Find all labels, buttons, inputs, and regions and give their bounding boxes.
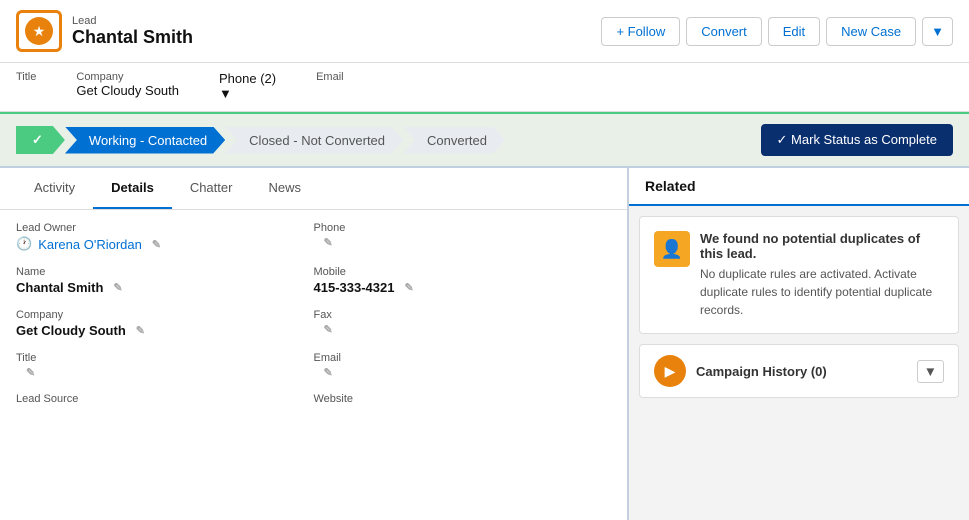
duplicate-icon: 👤 — [654, 231, 690, 267]
mark-complete-button[interactable]: ✓ Mark Status as Complete — [761, 124, 953, 156]
status-steps: ✓ Working - Contacted Closed - Not Conve… — [16, 126, 761, 154]
lead-source-label: Lead Source — [16, 393, 314, 405]
detail-row-title-email: Title ✎ Email ✎ — [16, 352, 611, 379]
lead-owner-col: Lead Owner 🕐 Karena O'Riordan ✎ — [16, 222, 314, 252]
step-working-contacted[interactable]: Working - Contacted — [65, 127, 225, 154]
website-col: Website — [314, 393, 612, 407]
phone-label: Phone (2) ▼ — [219, 71, 276, 101]
duplicate-title: We found no potential duplicates of this… — [700, 231, 944, 261]
duplicate-text: We found no potential duplicates of this… — [700, 231, 944, 319]
name-col: Name Chantal Smith ✎ — [16, 266, 314, 295]
name-label: Name — [16, 266, 314, 278]
email-col: Email ✎ — [314, 352, 612, 379]
tab-details[interactable]: Details — [93, 168, 172, 209]
lead-icon-wrapper: ★ — [16, 10, 62, 52]
detail-row-name-mobile: Name Chantal Smith ✎ Mobile 415-333-4321… — [16, 266, 611, 295]
convert-button[interactable]: Convert — [686, 17, 762, 46]
related-header: Related — [629, 168, 969, 206]
duplicate-card: 👤 We found no potential duplicates of th… — [639, 216, 959, 334]
status-bar: ✓ Working - Contacted Closed - Not Conve… — [0, 112, 969, 168]
tabs: Activity Details Chatter News — [0, 168, 627, 210]
right-panel: Related 👤 We found no potential duplicat… — [629, 168, 969, 520]
title-field: Title — [16, 71, 36, 101]
duplicate-desc: No duplicate rules are activated. Activa… — [700, 265, 944, 319]
header: ★ Lead Chantal Smith + Follow Convert Ed… — [0, 0, 969, 63]
header-actions: + Follow Convert Edit New Case ▼ — [601, 17, 953, 46]
company-value: Get Cloudy South — [76, 83, 179, 98]
check-icon: ✓ — [32, 132, 43, 148]
step-converted[interactable]: Converted — [403, 127, 505, 154]
step-label: Closed - Not Converted — [249, 133, 385, 148]
campaign-expand-button[interactable]: ▼ — [917, 360, 944, 383]
edit-button[interactable]: Edit — [768, 17, 820, 46]
title-label: Title — [16, 71, 36, 83]
detail-row-company-fax: Company Get Cloudy South ✎ Fax ✎ — [16, 309, 611, 338]
name-value: Chantal Smith ✎ — [16, 280, 314, 295]
campaign-card: ▶ Campaign History (0) ▼ — [639, 344, 959, 398]
step-completed[interactable]: ✓ — [16, 126, 65, 154]
mobile-col: Mobile 415-333-4321 ✎ — [314, 266, 612, 295]
campaign-left: ▶ Campaign History (0) — [654, 355, 827, 387]
company-label: Company — [16, 309, 314, 321]
fax-label: Fax — [314, 309, 612, 321]
info-bar: Title Company Get Cloudy South Phone (2)… — [0, 63, 969, 112]
lead-name: Chantal Smith — [72, 27, 193, 48]
lead-label: Lead — [72, 15, 193, 27]
company-field: Company Get Cloudy South — [76, 71, 179, 101]
phone-value: ✎ — [314, 236, 612, 249]
lead-title-block: Lead Chantal Smith — [72, 15, 193, 48]
edit-email-icon[interactable]: ✎ — [324, 366, 333, 379]
detail-row-owner-phone: Lead Owner 🕐 Karena O'Riordan ✎ Phone ✎ — [16, 222, 611, 252]
email-field: Email — [316, 71, 344, 101]
tab-news[interactable]: News — [250, 168, 319, 209]
edit-title-icon[interactable]: ✎ — [26, 366, 35, 379]
edit-fax-icon[interactable]: ✎ — [324, 323, 333, 336]
tab-activity[interactable]: Activity — [16, 168, 93, 209]
lead-source-col: Lead Source — [16, 393, 314, 407]
step-closed-not-converted[interactable]: Closed - Not Converted — [225, 127, 403, 154]
edit-mobile-icon[interactable]: ✎ — [404, 281, 413, 294]
step-label: Working - Contacted — [89, 133, 207, 148]
title-value: ✎ — [16, 366, 314, 379]
lead-owner-value: 🕐 Karena O'Riordan ✎ — [16, 236, 314, 252]
left-panel: Activity Details Chatter News Lead Owner… — [0, 168, 629, 520]
main-content: Activity Details Chatter News Lead Owner… — [0, 168, 969, 520]
lead-owner-link[interactable]: Karena O'Riordan — [38, 237, 142, 252]
company-label: Company — [76, 71, 179, 83]
header-left: ★ Lead Chantal Smith — [16, 10, 193, 52]
tab-chatter[interactable]: Chatter — [172, 168, 251, 209]
campaign-icon: ▶ — [654, 355, 686, 387]
lead-owner-label: Lead Owner — [16, 222, 314, 234]
phone-col: Phone ✎ — [314, 222, 612, 252]
email-label: Email — [316, 71, 344, 83]
website-label: Website — [314, 393, 612, 405]
mobile-value: 415-333-4321 ✎ — [314, 280, 612, 295]
new-case-button[interactable]: New Case — [826, 17, 916, 46]
more-actions-button[interactable]: ▼ — [922, 17, 953, 46]
follow-button[interactable]: + Follow — [601, 17, 680, 46]
edit-name-icon[interactable]: ✎ — [113, 281, 122, 294]
title-label: Title — [16, 352, 314, 364]
email-value: ✎ — [314, 366, 612, 379]
email-label: Email — [314, 352, 612, 364]
campaign-title: Campaign History (0) — [696, 364, 827, 379]
edit-company-icon[interactable]: ✎ — [136, 324, 145, 337]
fax-col: Fax ✎ — [314, 309, 612, 338]
company-col: Company Get Cloudy South ✎ — [16, 309, 314, 338]
detail-row-source-website: Lead Source Website — [16, 393, 611, 407]
owner-icon: 🕐 — [16, 236, 32, 252]
step-label: Converted — [427, 133, 487, 148]
related-title: Related — [645, 178, 696, 194]
details-content: Lead Owner 🕐 Karena O'Riordan ✎ Phone ✎ — [0, 210, 627, 518]
mobile-label: Mobile — [314, 266, 612, 278]
lead-icon: ★ — [25, 17, 53, 45]
title-col: Title ✎ — [16, 352, 314, 379]
fax-value: ✎ — [314, 323, 612, 336]
phone-field: Phone (2) ▼ — [219, 71, 276, 101]
phone-label: Phone — [314, 222, 612, 234]
edit-phone-icon[interactable]: ✎ — [324, 236, 333, 249]
edit-owner-icon[interactable]: ✎ — [152, 238, 161, 251]
company-value: Get Cloudy South ✎ — [16, 323, 314, 338]
